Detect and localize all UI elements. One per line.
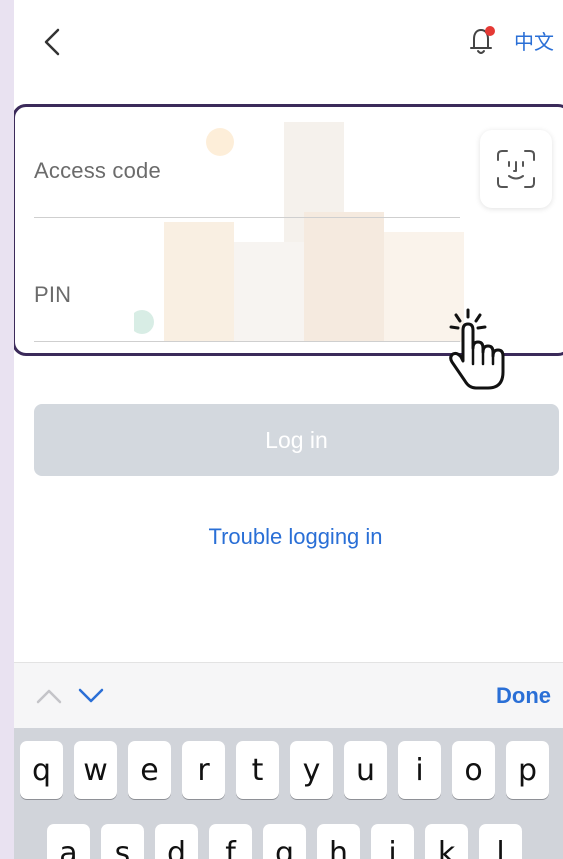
key-y[interactable]: y: [290, 741, 333, 799]
key-j[interactable]: j: [371, 824, 414, 859]
key-i[interactable]: i: [398, 741, 441, 799]
key-k[interactable]: k: [425, 824, 468, 859]
face-id-icon: [497, 150, 535, 188]
pin-label: PIN: [34, 282, 72, 307]
key-d[interactable]: d: [155, 824, 198, 859]
header: 中文: [14, 0, 563, 80]
key-f[interactable]: f: [209, 824, 252, 859]
bell-icon: [470, 26, 495, 54]
pin-field[interactable]: PIN: [34, 282, 460, 342]
back-button[interactable]: [38, 22, 68, 62]
key-p[interactable]: p: [506, 741, 549, 799]
key-g[interactable]: g: [263, 824, 306, 859]
key-q[interactable]: q: [20, 741, 63, 799]
key-w[interactable]: w: [74, 741, 117, 799]
language-toggle[interactable]: 中文: [514, 26, 554, 55]
access-code-underline: [34, 217, 460, 218]
notification-dot: [485, 26, 495, 36]
key-u[interactable]: u: [344, 741, 387, 799]
chevron-left-icon: [44, 28, 60, 56]
notifications-button[interactable]: [466, 24, 498, 58]
keyboard: q w e r t y u i o p a s d f g h j k l: [14, 728, 563, 859]
trouble-logging-in-link[interactable]: Trouble logging in: [14, 524, 563, 550]
key-a[interactable]: a: [47, 824, 90, 859]
key-h[interactable]: h: [317, 824, 360, 859]
keyboard-toolbar: Done: [14, 662, 563, 729]
key-r[interactable]: r: [182, 741, 225, 799]
pin-underline: [34, 341, 460, 342]
login-button[interactable]: Log in: [34, 404, 559, 476]
key-e[interactable]: e: [128, 741, 171, 799]
previous-field-icon: [36, 689, 62, 704]
key-o[interactable]: o: [452, 741, 495, 799]
face-id-button[interactable]: [480, 130, 552, 208]
key-s[interactable]: s: [101, 824, 144, 859]
app-screen: 中文 Access code PIN Log in Trouble loggin…: [14, 0, 563, 859]
next-field-icon[interactable]: [76, 685, 106, 707]
access-code-field[interactable]: Access code: [34, 158, 460, 218]
done-button[interactable]: Done: [496, 683, 551, 709]
tap-hand-icon: [449, 308, 505, 390]
key-l[interactable]: l: [479, 824, 522, 859]
key-t[interactable]: t: [236, 741, 279, 799]
access-code-label: Access code: [34, 158, 161, 183]
